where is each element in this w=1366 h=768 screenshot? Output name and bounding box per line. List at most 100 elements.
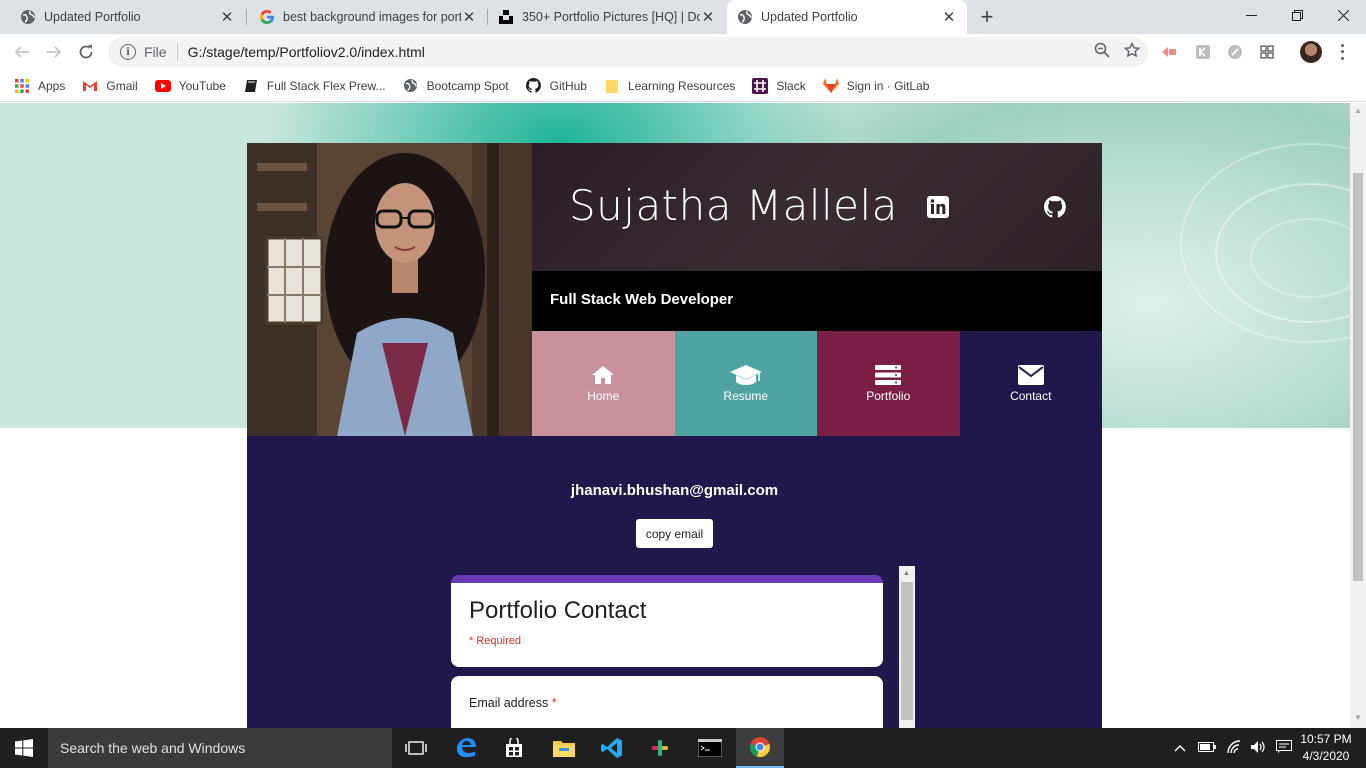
github-icon <box>526 78 542 94</box>
extension-grid-icon[interactable] <box>1258 43 1276 61</box>
youtube-icon <box>154 78 171 94</box>
scroll-up-arrow[interactable]: ▲ <box>903 570 910 577</box>
page-scrollbar[interactable]: ▲ ▼ <box>1350 103 1366 728</box>
bookmarks-bar: Apps Gmail YouTube Full Stack Flex Prew.… <box>0 70 1366 102</box>
task-view-icon[interactable] <box>392 728 440 768</box>
tab-portfolio-pictures[interactable]: 350+ Portfolio Pictures [HQ] | Do ✕ <box>488 0 726 34</box>
close-icon[interactable]: ✕ <box>219 9 235 26</box>
page-scrollbar-thumb[interactable] <box>1353 173 1363 581</box>
show-hidden-icons[interactable] <box>1174 741 1186 755</box>
divider <box>176 43 178 61</box>
bookmark-label: Full Stack Flex Prew... <box>266 78 386 93</box>
github-icon[interactable] <box>1044 196 1066 218</box>
unsplash-icon <box>498 9 514 25</box>
taskbar-search-input[interactable]: Search the web and Windows <box>48 728 392 768</box>
scroll-down-arrow[interactable]: ▼ <box>1354 714 1362 722</box>
gitlab-icon <box>822 78 839 94</box>
required-star: * <box>551 696 557 710</box>
extension-circle-icon[interactable] <box>1226 43 1244 61</box>
home-icon <box>591 364 615 386</box>
embedded-google-form: Portfolio Contact * Required Email addre… <box>451 566 915 728</box>
gmail-icon <box>82 78 98 94</box>
store-icon[interactable] <box>490 728 538 768</box>
graduation-cap-icon <box>729 364 762 386</box>
info-icon[interactable]: i <box>120 44 136 60</box>
nav-label: Home <box>587 389 620 403</box>
browser-toolbar: i File G:/stage/temp/Portfoliov2.0/index… <box>0 34 1366 70</box>
omnibox-actions <box>1094 41 1141 63</box>
file-explorer-icon[interactable] <box>540 728 588 768</box>
bookmark-gitlab[interactable]: Sign in · GitLab <box>822 78 929 94</box>
nav-home[interactable]: Home <box>532 331 675 436</box>
system-tray <box>1174 728 1292 768</box>
job-title: Full Stack Web Developer <box>550 291 734 308</box>
page-title: Sujatha Mallela <box>569 181 898 230</box>
globe-icon <box>403 78 419 94</box>
tab-updated-portfolio-active[interactable]: Updated Portfolio ✕ <box>727 0 967 34</box>
windows-start-button[interactable] <box>0 728 48 768</box>
windows-taskbar: Search the web and Windows 10:57 PM 4/3/… <box>0 728 1366 768</box>
chrome-taskbar-icon[interactable] <box>736 728 784 768</box>
bookmark-label: Gmail <box>106 78 138 93</box>
taskbar-clock[interactable]: 10:57 PM 4/3/2020 <box>1296 731 1356 765</box>
forward-button[interactable] <box>42 40 66 64</box>
terminal-icon[interactable] <box>686 728 734 768</box>
zoom-icon[interactable] <box>1094 42 1110 63</box>
profile-photo <box>247 143 532 436</box>
url-scheme: File <box>144 44 167 60</box>
nav-resume[interactable]: Resume <box>674 331 817 436</box>
chrome-menu-icon[interactable] <box>1337 42 1347 62</box>
form-scrollbar-thumb[interactable] <box>901 582 913 720</box>
nav-label: Resume <box>723 389 769 403</box>
bookmark-star-icon[interactable] <box>1123 41 1141 63</box>
bookmark-label: GitHub <box>549 78 587 93</box>
reload-button[interactable] <box>74 40 98 64</box>
bookmark-label: Slack <box>776 78 806 93</box>
address-bar[interactable]: i File G:/stage/temp/Portfoliov2.0/index… <box>108 37 1148 67</box>
bookmark-youtube[interactable]: YouTube <box>154 78 226 94</box>
extension-cast-icon[interactable] <box>1160 43 1178 61</box>
google-icon <box>259 9 275 25</box>
notifications-icon[interactable] <box>1276 739 1292 757</box>
nav-portfolio[interactable]: Portfolio <box>817 331 960 436</box>
required-note: * Required <box>469 635 521 647</box>
linkedin-icon[interactable] <box>927 196 949 218</box>
close-window-button[interactable] <box>1320 0 1366 30</box>
edge-icon[interactable] <box>442 728 490 768</box>
bookmark-github[interactable]: GitHub <box>526 78 587 94</box>
close-icon[interactable]: ✕ <box>941 9 957 26</box>
battery-icon[interactable] <box>1198 741 1216 755</box>
wifi-icon[interactable] <box>1226 739 1242 757</box>
bookmark-apps[interactable]: Apps <box>14 78 65 94</box>
tab-title: Updated Portfolio <box>761 10 858 24</box>
minimize-button[interactable] <box>1228 0 1274 30</box>
slack-app-icon[interactable] <box>636 728 684 768</box>
clock-date: 4/3/2020 <box>1302 749 1350 763</box>
bookmark-full-stack[interactable]: Full Stack Flex Prew... <box>243 78 386 94</box>
name-header: Sujatha Mallela <box>532 143 1102 271</box>
form-question-email[interactable]: Email address * <box>451 676 883 728</box>
tab-google-search[interactable]: best background images for port ✕ <box>247 0 487 34</box>
bookmark-learning-resources[interactable]: Learning Resources <box>604 78 735 94</box>
back-button[interactable] <box>10 40 34 64</box>
volume-icon[interactable] <box>1250 740 1266 757</box>
bookmark-gmail[interactable]: Gmail <box>82 78 138 94</box>
bookmark-bootcamp-spot[interactable]: Bootcamp Spot <box>403 78 509 94</box>
form-scrollbar[interactable]: ▲ <box>899 566 915 728</box>
page-viewport: Sujatha Mallela Full Stack Web Developer… <box>0 103 1350 728</box>
scroll-up-arrow[interactable]: ▲ <box>1354 107 1362 115</box>
profile-avatar[interactable] <box>1300 41 1322 63</box>
globe-icon <box>737 9 753 25</box>
tab-updated-portfolio-1[interactable]: Updated Portfolio ✕ <box>0 0 245 34</box>
contact-email: jhanavi.bhushan@gmail.com <box>570 482 779 499</box>
extension-k-icon[interactable] <box>1194 43 1212 61</box>
vscode-icon[interactable] <box>588 728 636 768</box>
new-tab-button[interactable]: + <box>975 4 999 29</box>
restore-button[interactable] <box>1274 0 1320 30</box>
close-icon[interactable]: ✕ <box>461 9 477 26</box>
nav-contact[interactable]: Contact <box>959 331 1102 436</box>
bookmark-slack[interactable]: Slack <box>752 77 806 94</box>
server-stack-icon <box>875 364 902 386</box>
close-icon[interactable]: ✕ <box>700 9 716 26</box>
copy-email-button[interactable]: copy email <box>636 519 713 548</box>
